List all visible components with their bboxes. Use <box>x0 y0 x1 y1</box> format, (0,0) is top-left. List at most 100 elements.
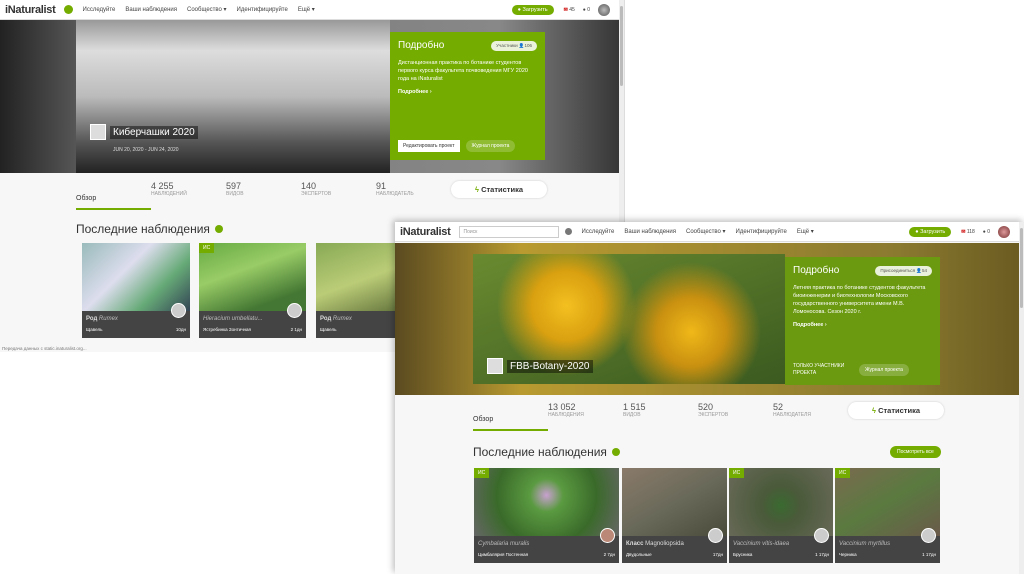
observation-meta: 17дн <box>712 552 723 557</box>
observation-photo <box>622 468 727 536</box>
more-link[interactable]: Подробнее › <box>398 89 537 95</box>
stat-label: ЭКСПЕРТОВ <box>301 191 332 197</box>
upload-label: Загрузить <box>522 6 548 13</box>
project-description: Летняя практика по ботанике студентов фа… <box>793 285 926 315</box>
members-count: 106 <box>524 43 532 48</box>
nav-explore[interactable]: Исследуйте <box>83 7 116 13</box>
research-grade-badge: ИС <box>199 243 215 253</box>
recent-observations-heading: Последние наблюдения <box>473 445 620 459</box>
arrow-circle-icon[interactable] <box>611 448 620 456</box>
stat-value: 13 052 <box>548 402 576 412</box>
stat-label: НАБЛЮДАТЕЛЯ <box>773 412 811 418</box>
lightning-icon: ϟ <box>872 406 876 415</box>
recent-observations-heading: Последние наблюдения <box>76 222 223 236</box>
browser-window-fbb-botany: iNaturalist Поиск Исследуйте Ваши наблюд… <box>395 222 1024 574</box>
tab-overview[interactable]: Обзор <box>473 402 548 431</box>
observation-meta: 10дн <box>175 327 186 332</box>
statistics-label: Статистика <box>481 185 524 194</box>
more-link[interactable]: Подробнее › <box>793 322 932 328</box>
browser-status-text: Передача данных с static.inaturalist.org… <box>2 346 87 351</box>
taxon-name: Класс Magnoliopsida <box>626 541 684 547</box>
observation-card[interactable]: Класс Magnoliopsida Двудольные 17дн <box>622 468 727 563</box>
observation-card[interactable]: ИС Vaccinium vitis-idaea Брусника 1 17дн <box>729 468 833 563</box>
stat-label: НАБЛЮДЕНИЙ <box>151 191 187 197</box>
tab-overview[interactable]: Обзор <box>76 181 151 210</box>
notifications-badge[interactable]: ● 0 <box>983 229 990 235</box>
nav-more[interactable]: Ещё ▾ <box>298 6 315 13</box>
project-stats: Обзор 4 255 НАБЛЮДЕНИЙ 597 ВИДОВ 140 ЭКСПЕР… <box>76 181 548 210</box>
arrow-circle-icon[interactable] <box>214 225 223 233</box>
stat-value: 520 <box>698 402 714 412</box>
taxon-name: Hieracium umbellatu... <box>203 316 263 322</box>
taxon-rank: Род <box>86 316 98 322</box>
taxon-scientific: Cymbalaria muralis <box>478 541 530 547</box>
edit-project-button[interactable]: Редактировать проект <box>398 140 460 152</box>
nav-your-observations[interactable]: Ваши наблюдения <box>125 7 177 13</box>
nav-identify[interactable]: Идентифицируйте <box>736 229 787 235</box>
statistics-button[interactable]: ϟ Статистика <box>848 402 945 419</box>
project-title-text: Киберчашки 2020 <box>110 125 198 139</box>
taxon-scientific: Rumex <box>332 316 352 322</box>
stat-value: 91 <box>376 181 387 191</box>
user-avatar[interactable] <box>998 225 1010 238</box>
scrollbar[interactable] <box>1019 222 1024 574</box>
observation-card[interactable]: ИС Cymbalaria muralis Цимбалярия Постенн… <box>474 468 619 563</box>
stat-value: 52 <box>773 402 784 412</box>
stat-identifiers[interactable]: 520 ЭКСПЕРТОВ <box>698 402 773 418</box>
observer-avatar[interactable] <box>600 528 615 543</box>
taxon-common-name: Ястребинка Зонтичная <box>203 327 251 332</box>
taxon-name: Cymbalaria muralis <box>478 541 529 547</box>
user-avatar[interactable] <box>598 3 610 16</box>
observer-avatar[interactable] <box>921 528 936 543</box>
nav-more[interactable]: Ещё ▾ <box>797 228 814 235</box>
search-icon[interactable] <box>63 5 73 14</box>
messages-badge[interactable]: ✉ 45 <box>564 7 575 13</box>
nav-your-observations[interactable]: Ваши наблюдения <box>624 229 676 235</box>
observation-card[interactable]: ИС Vaccinium myrtillus Черника 1 17дн <box>835 468 940 563</box>
project-description: Дистанционная практика по ботанике студе… <box>398 60 528 82</box>
observation-card[interactable]: ИС Hieracium umbellatu... Ястребинка Зон… <box>199 243 306 338</box>
stat-observers[interactable]: 52 НАБЛЮДАТЕЛЯ <box>773 402 848 418</box>
project-icon <box>487 358 503 374</box>
members-pill[interactable]: Участники 👤106 <box>491 41 537 51</box>
statistics-button[interactable]: ϟ Статистика <box>451 181 548 198</box>
stat-value: 597 <box>226 181 242 191</box>
join-button[interactable]: Присоединиться 👤54 <box>875 266 932 276</box>
project-journal-button[interactable]: Журнал проекта <box>859 364 909 376</box>
observer-avatar[interactable] <box>814 528 829 543</box>
stat-species[interactable]: 1 515 ВИДОВ <box>623 402 698 418</box>
search-clear-icon[interactable] <box>564 228 572 235</box>
nav-community[interactable]: Сообщество ▾ <box>187 6 227 13</box>
taxon-scientific: Hieracium umbellatu... <box>203 316 263 322</box>
observer-avatar[interactable] <box>287 303 302 318</box>
heading-text: Последние наблюдения <box>473 445 607 459</box>
upload-button[interactable]: ● Загрузить <box>511 4 554 15</box>
observation-card[interactable]: Род Rumex Щавель 10дн <box>82 243 190 338</box>
messages-badge[interactable]: ✉ 118 <box>961 229 975 235</box>
project-journal-button[interactable]: Журнал проекта <box>465 140 516 152</box>
observer-avatar[interactable] <box>708 528 723 543</box>
taxon-name: Vaccinium vitis-idaea <box>733 541 789 547</box>
project-dates: JUN 20, 2020 - JUN 24, 2020 <box>113 147 179 153</box>
nav-identify[interactable]: Идентифицируйте <box>237 7 288 13</box>
members-label: Участники <box>496 43 518 48</box>
search-input[interactable]: Поиск <box>458 225 559 238</box>
taxon-name: Род Rumex <box>320 316 352 322</box>
stat-observations[interactable]: 13 052 НАБЛЮДЕНИЯ <box>548 402 623 418</box>
stat-observations[interactable]: 4 255 НАБЛЮДЕНИЙ <box>151 181 226 197</box>
observer-avatar[interactable] <box>171 303 186 318</box>
nav-explore[interactable]: Исследуйте <box>582 229 615 235</box>
stat-identifiers[interactable]: 140 ЭКСПЕРТОВ <box>301 181 376 197</box>
notifications-badge[interactable]: ● 0 <box>583 7 590 13</box>
stat-species[interactable]: 597 ВИДОВ <box>226 181 301 197</box>
upload-button[interactable]: ● Загрузить <box>909 226 952 237</box>
taxon-scientific: Magnoliopsida <box>645 541 684 547</box>
research-grade-badge: ИС <box>474 468 490 478</box>
stat-observers[interactable]: 91 НАБЛЮДАТЕЛЬ <box>376 181 451 197</box>
inaturalist-logo[interactable]: iNaturalist <box>5 4 56 16</box>
nav-community[interactable]: Сообщество ▾ <box>686 228 726 235</box>
view-all-button[interactable]: Посмотреть все <box>890 446 941 458</box>
project-title: FBB-Botany-2020 <box>487 358 593 374</box>
inaturalist-logo[interactable]: iNaturalist <box>400 226 451 238</box>
project-stats: Обзор 13 052 НАБЛЮДЕНИЯ 1 515 ВИДОВ 520 ЭКС… <box>473 402 945 431</box>
